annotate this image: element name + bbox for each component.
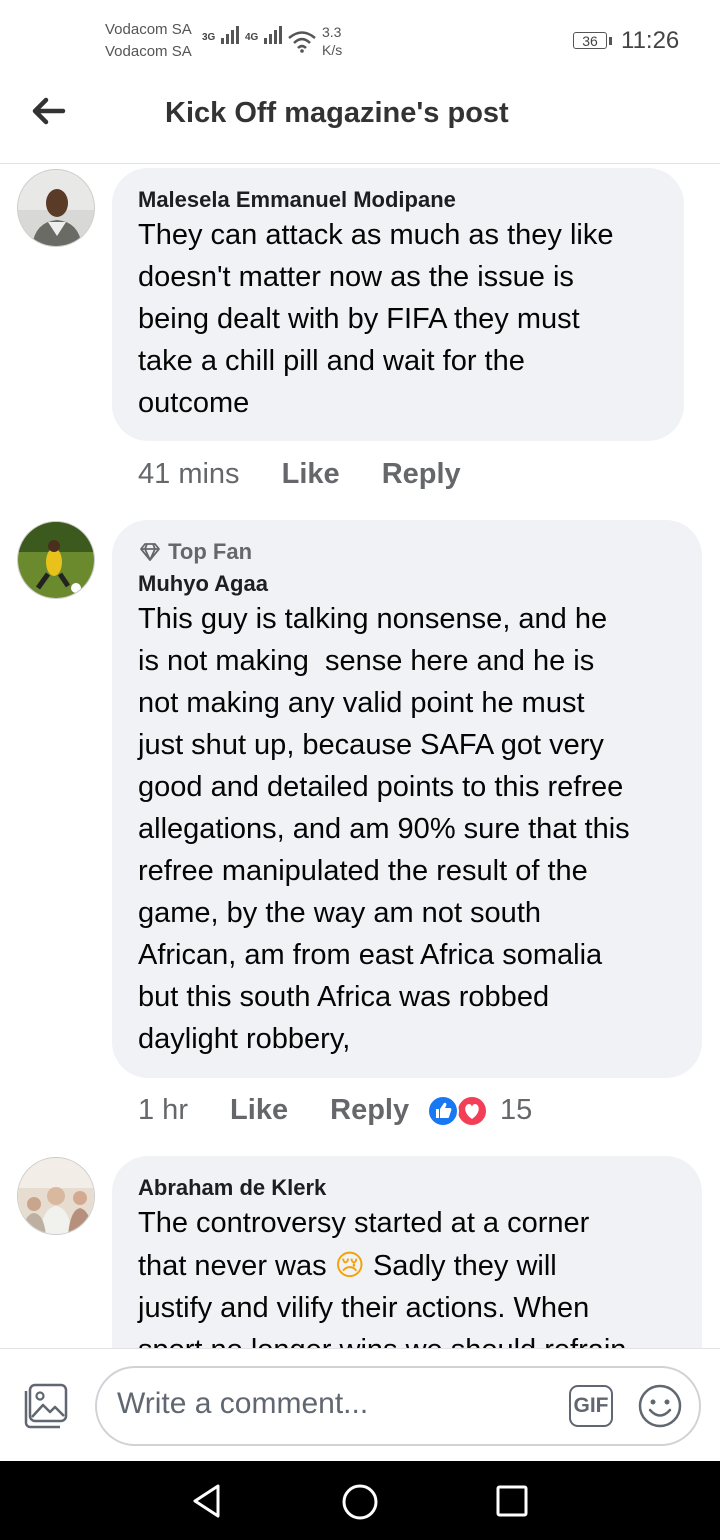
comment-line: that never was 😢 Sadly they will xyxy=(138,1244,676,1287)
comment-author[interactable]: Abraham de Klerk xyxy=(138,1174,676,1202)
comment-line: The controversy started at a corner xyxy=(138,1207,590,1239)
composer-divider xyxy=(0,1348,720,1349)
sad-face-emoji: 😢 xyxy=(334,1248,365,1282)
nav-home-icon[interactable] xyxy=(341,1483,379,1521)
system-nav-bar xyxy=(0,1461,720,1540)
emoji-smiley-icon[interactable] xyxy=(637,1383,683,1429)
comment-line: sport no longer wins we should refrain xyxy=(138,1329,676,1348)
comment-text: The controversy started at a corner that… xyxy=(138,1202,676,1348)
nav-recents-icon[interactable] xyxy=(495,1484,529,1518)
comment-clip: Abraham de Klerk The controversy started… xyxy=(0,0,720,1348)
comment-bubble[interactable]: Abraham de Klerk The controversy started… xyxy=(112,1156,702,1348)
nav-back-icon[interactable] xyxy=(190,1483,224,1519)
photo-gallery-icon[interactable] xyxy=(22,1383,70,1429)
comment-line-part: Sadly they will xyxy=(372,1250,557,1282)
comment-line-part: that never was xyxy=(138,1250,327,1282)
comment-line: justify and vilify their actions. When xyxy=(138,1292,590,1324)
comment-input-placeholder[interactable]: Write a comment... xyxy=(117,1387,368,1421)
gif-button[interactable]: GIF xyxy=(569,1385,613,1427)
